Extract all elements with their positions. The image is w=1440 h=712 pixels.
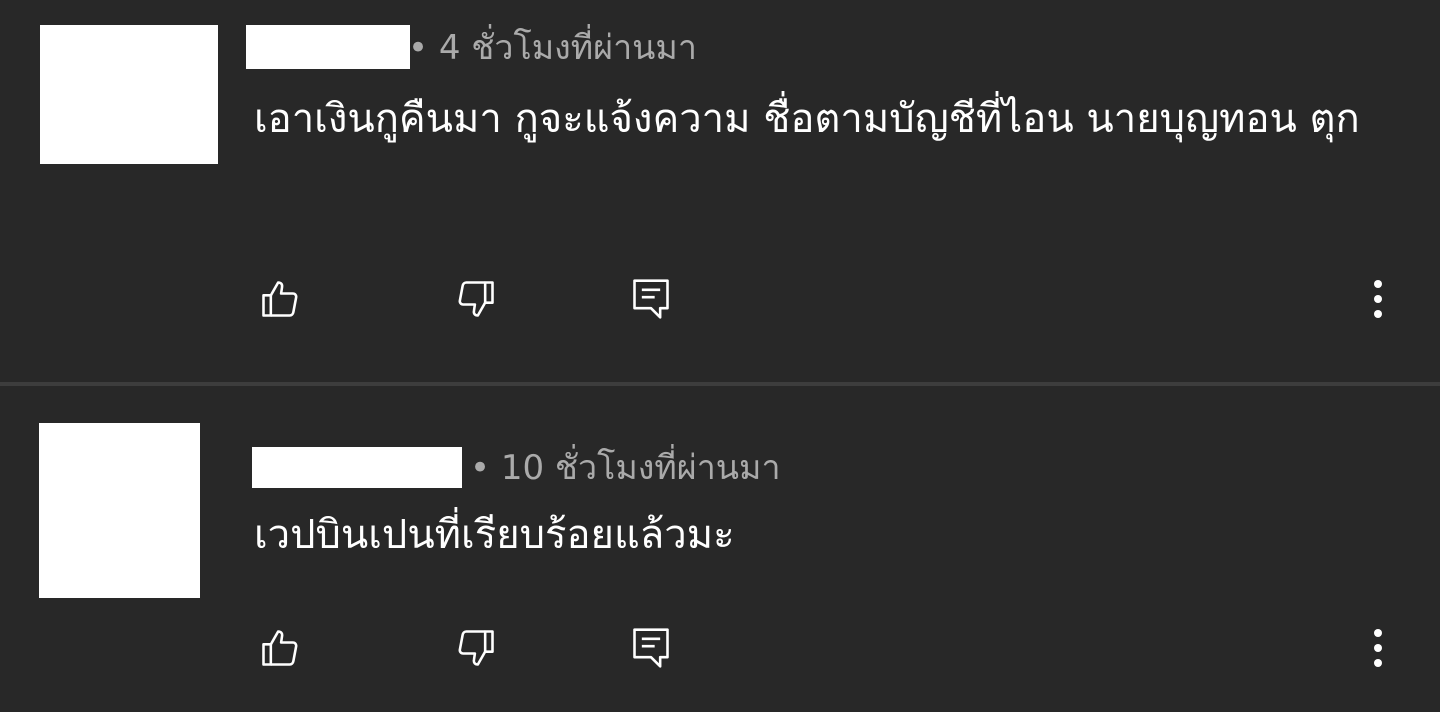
comment-timestamp: • 4 ชั่วโมงที่ผ่านมา	[408, 28, 697, 68]
thumb-up-icon	[262, 630, 298, 666]
reply-icon	[633, 279, 669, 319]
reply-icon	[633, 628, 669, 668]
more-vert-icon	[1374, 629, 1382, 667]
thumb-down-icon	[458, 630, 494, 666]
comment-text: เวปบินเปนที่เรียบร้อยแล้วมะ	[254, 512, 735, 558]
comment-text: เอาเงินกูคืนมา กูจะแจ้งความ ชื่อตามบัญชี…	[254, 96, 1360, 142]
more-options-button[interactable]	[1350, 271, 1406, 327]
comment-item: • 10 ชั่วโมงที่ผ่านมา เวปบินเปนที่เรียบร…	[0, 386, 1440, 712]
thumb-down-icon	[458, 281, 494, 317]
comment-timestamp: • 10 ชั่วโมงที่ผ่านมา	[470, 448, 781, 488]
thumb-up-icon	[262, 281, 298, 317]
like-button[interactable]	[252, 620, 308, 676]
reply-button[interactable]	[623, 620, 679, 676]
author-name-redacted[interactable]	[246, 25, 410, 69]
dislike-button[interactable]	[448, 620, 504, 676]
like-button[interactable]	[252, 271, 308, 327]
more-options-button[interactable]	[1350, 620, 1406, 676]
comment-item: • 4 ชั่วโมงที่ผ่านมา เอาเงินกูคืนมา กูจะ…	[0, 0, 1440, 382]
dislike-button[interactable]	[448, 271, 504, 327]
avatar[interactable]	[40, 25, 218, 164]
more-vert-icon	[1374, 280, 1382, 318]
author-name-redacted[interactable]	[252, 447, 462, 488]
reply-button[interactable]	[623, 271, 679, 327]
avatar[interactable]	[39, 423, 200, 598]
